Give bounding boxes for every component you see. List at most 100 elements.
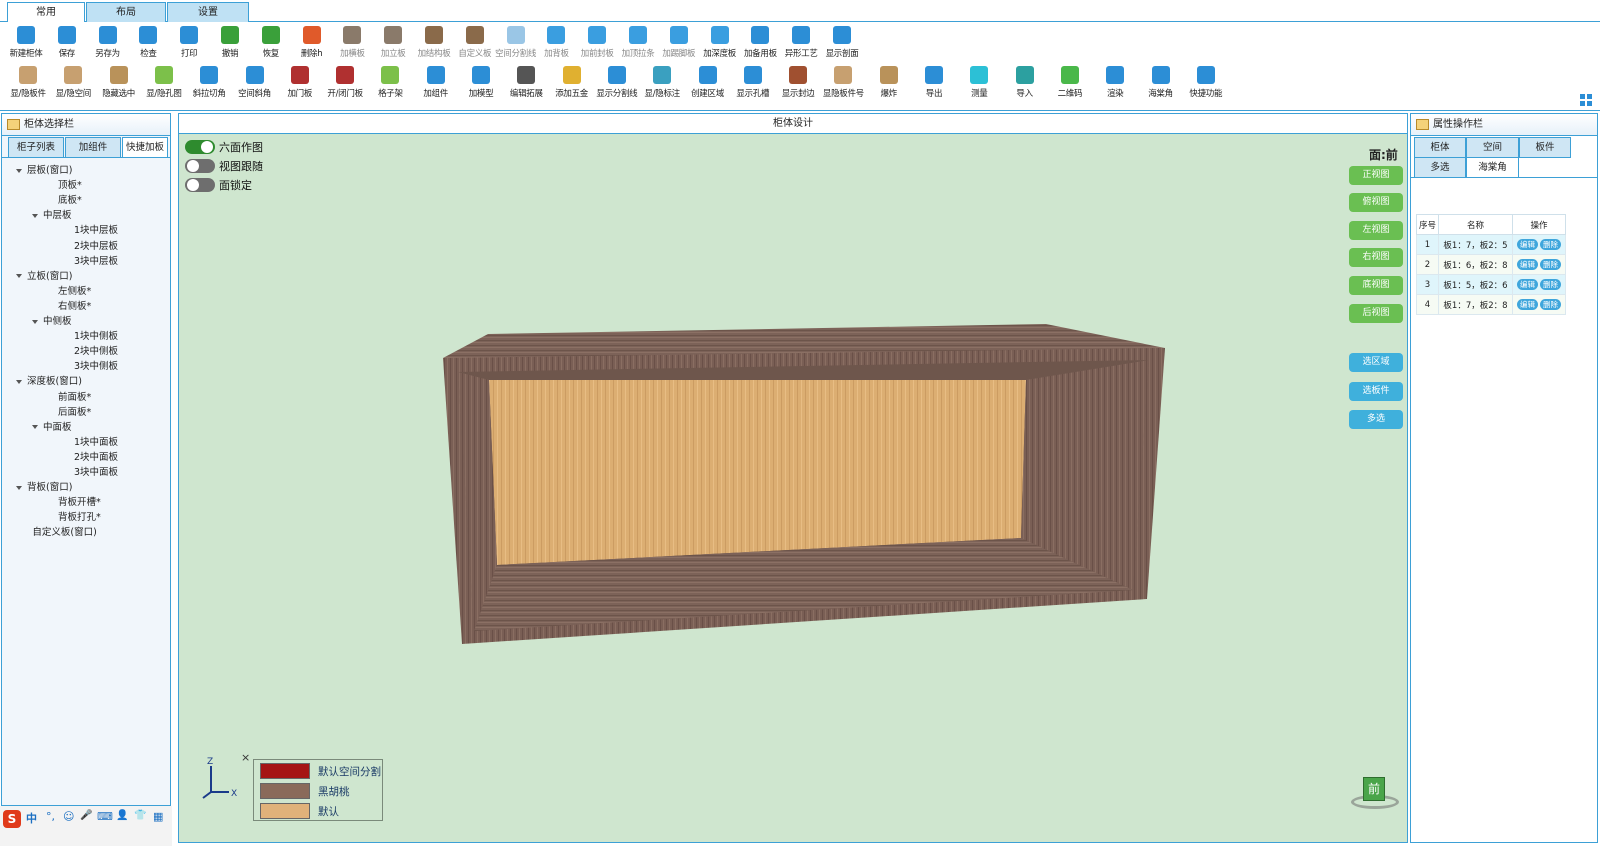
tree-node[interactable]: 后面板* bbox=[58, 404, 91, 418]
tree-node[interactable]: 中侧板 bbox=[32, 313, 72, 327]
grid-rack-button[interactable]: 格子架 bbox=[366, 62, 414, 102]
tree-node[interactable]: 1块中层板 bbox=[74, 222, 118, 236]
add-component-button[interactable]: 加组件 bbox=[412, 62, 460, 102]
add-door-button[interactable]: 加门板 bbox=[276, 62, 324, 102]
tree-node[interactable]: 顶板* bbox=[58, 177, 82, 191]
expand-arrow-icon[interactable] bbox=[32, 319, 38, 324]
create-region-button[interactable]: 创建区域 bbox=[684, 62, 732, 102]
tab-cabinet-list[interactable]: 柜子列表 bbox=[8, 137, 64, 158]
ime-emoji-icon[interactable]: ☺ bbox=[63, 810, 74, 823]
space-bevel-button[interactable]: 空间斜角 bbox=[231, 62, 279, 102]
tree-node[interactable]: 深度板(窗口) bbox=[16, 373, 82, 387]
tree-node[interactable]: 3块中面板 bbox=[74, 464, 118, 478]
tree-node[interactable]: 2块中层板 bbox=[74, 238, 118, 252]
ime-punctuation-icon[interactable]: °, bbox=[46, 810, 55, 823]
tab-settings[interactable]: 设置 bbox=[167, 2, 249, 22]
tree-node[interactable]: 中面板 bbox=[32, 419, 72, 433]
show-hole-slot-button[interactable]: 显示孔槽 bbox=[729, 62, 777, 102]
edit-button[interactable]: 编辑 bbox=[1517, 279, 1538, 290]
nav-cube-face[interactable]: 前 bbox=[1363, 777, 1385, 801]
tab-layout[interactable]: 布局 bbox=[86, 2, 166, 22]
toolbar-button-label: 开/闭门板 bbox=[327, 89, 363, 99]
export-button[interactable]: 导出 bbox=[910, 62, 958, 102]
ime-keyboard-icon[interactable]: ⌨ bbox=[97, 810, 113, 823]
edit-button[interactable]: 编辑 bbox=[1517, 299, 1538, 310]
ime-toolbox-icon[interactable]: ▦ bbox=[153, 810, 163, 823]
tree-node[interactable]: 背板打孔* bbox=[58, 509, 101, 523]
hide-selected-button[interactable]: 隐藏选中 bbox=[95, 62, 143, 102]
table-row[interactable]: 4 板1：7，板2：8 编辑 删除 bbox=[1416, 294, 1566, 315]
expand-arrow-icon[interactable] bbox=[32, 425, 38, 430]
toggle-board-button[interactable]: 显/隐板件 bbox=[4, 62, 52, 102]
tree-node[interactable]: 中层板 bbox=[32, 207, 72, 221]
import-button[interactable]: 导入 bbox=[1001, 62, 1049, 102]
table-row[interactable]: 2 板1：6，板2：8 编辑 删除 bbox=[1416, 254, 1566, 275]
tab-add-component[interactable]: 加组件 bbox=[65, 137, 121, 158]
tab-board[interactable]: 板件 bbox=[1519, 137, 1571, 158]
render-button[interactable]: 渲染 bbox=[1091, 62, 1139, 102]
delete-button[interactable]: 删除 bbox=[1540, 299, 1561, 310]
explode-button[interactable]: 爆炸 bbox=[865, 62, 913, 102]
tree-node[interactable]: 1块中面板 bbox=[74, 434, 118, 448]
tab-quick-add-board[interactable]: 快捷加板 bbox=[122, 137, 168, 158]
delete-button[interactable]: 删除 bbox=[1540, 279, 1561, 290]
table-row[interactable]: 3 板1：5，板2：6 编辑 删除 bbox=[1416, 274, 1566, 295]
qr-code-button[interactable]: 二维码 bbox=[1046, 62, 1094, 102]
expand-arrow-icon[interactable] bbox=[16, 485, 22, 490]
tree-node[interactable]: 3块中层板 bbox=[74, 253, 118, 267]
tree-node[interactable]: 背板(窗口) bbox=[16, 479, 72, 493]
show-edge-band-button[interactable]: 显示封边 bbox=[774, 62, 822, 102]
delete-button[interactable]: 删除 bbox=[1540, 259, 1561, 270]
delete-button[interactable]: 删除 bbox=[1540, 239, 1561, 250]
cabinet-design-canvas[interactable]: 柜体设计 六面作图 视图跟随 面锁定 面:前 正视图 俯视图 左视图 右视图 底… bbox=[178, 113, 1408, 843]
expand-arrow-icon[interactable] bbox=[32, 213, 38, 218]
tree-node[interactable]: 底板* bbox=[58, 192, 82, 206]
tree-node[interactable]: 层板(窗口) bbox=[16, 162, 72, 176]
tab-cabinet[interactable]: 柜体 bbox=[1414, 137, 1466, 158]
ime-mic-icon[interactable]: 🎤 bbox=[80, 810, 92, 821]
add-hardware-button[interactable]: 添加五金 bbox=[548, 62, 596, 102]
tree-node[interactable]: 左侧板* bbox=[58, 283, 91, 297]
tab-begonia-corner[interactable]: 海棠角 bbox=[1466, 157, 1519, 178]
open-close-door-button[interactable]: 开/闭门板 bbox=[321, 62, 369, 102]
quick-function-button[interactable]: 快捷功能 bbox=[1182, 62, 1230, 102]
edit-button[interactable]: 编辑 bbox=[1517, 259, 1538, 270]
show-split-button[interactable]: 显示分割线 bbox=[593, 62, 641, 102]
bevel-cut-button[interactable]: 斜拉切角 bbox=[185, 62, 233, 102]
tab-common[interactable]: 常用 bbox=[7, 2, 85, 23]
legend-close-icon[interactable]: × bbox=[241, 751, 250, 764]
tree-node[interactable]: 右侧板* bbox=[58, 298, 91, 312]
toggle-hole-button[interactable]: 显/隐孔图 bbox=[140, 62, 188, 102]
tree-node[interactable]: 立板(窗口) bbox=[16, 268, 72, 282]
measure-button[interactable]: 测量 bbox=[955, 62, 1003, 102]
add-model-button[interactable]: 加模型 bbox=[457, 62, 505, 102]
navigation-cube-icon[interactable]: 前 bbox=[1349, 777, 1401, 813]
table-row[interactable]: 1 板1：7，板2：5 编辑 删除 bbox=[1416, 234, 1566, 255]
tab-multi-select[interactable]: 多选 bbox=[1414, 157, 1466, 178]
edit-extension-button[interactable]: 编辑拓展 bbox=[502, 62, 550, 102]
ime-user-icon[interactable]: 👤 bbox=[116, 810, 128, 821]
expand-arrow-icon[interactable] bbox=[16, 379, 22, 384]
tree-node[interactable]: 背板开槽* bbox=[58, 494, 101, 508]
tree-node[interactable]: 前面板* bbox=[58, 389, 91, 403]
expand-arrow-icon[interactable] bbox=[16, 168, 22, 173]
tree-node[interactable]: 3块中侧板 bbox=[74, 358, 118, 372]
tree-node[interactable]: 2块中面板 bbox=[74, 449, 118, 463]
expand-arrow-icon[interactable] bbox=[16, 274, 22, 279]
layout-grid-icon[interactable] bbox=[1580, 94, 1592, 106]
tree-node[interactable]: 2块中侧板 bbox=[74, 343, 118, 357]
toggle-space-button[interactable]: 显/隐空间 bbox=[49, 62, 97, 102]
cabinet-3d-model[interactable] bbox=[179, 114, 1407, 824]
ime-logo-icon[interactable]: S bbox=[3, 810, 21, 828]
toggle-annotation-button[interactable]: 显/隐标注 bbox=[638, 62, 686, 102]
tree-node[interactable]: 自定义板(窗口) bbox=[32, 524, 96, 538]
toggle-board-number-button[interactable]: 显隐板件号 bbox=[819, 62, 867, 102]
ime-skin-icon[interactable]: 👕 bbox=[134, 810, 146, 821]
show-section-button[interactable]: 显示剖面 bbox=[818, 22, 866, 62]
ime-chinese-mode-icon[interactable]: 中 bbox=[26, 810, 37, 826]
cabinet-back-panel[interactable] bbox=[489, 380, 1026, 565]
tree-node[interactable]: 1块中侧板 bbox=[74, 328, 118, 342]
edit-button[interactable]: 编辑 bbox=[1517, 239, 1538, 250]
begonia-corner-button[interactable]: 海棠角 bbox=[1137, 62, 1185, 102]
tab-space[interactable]: 空间 bbox=[1466, 137, 1519, 158]
